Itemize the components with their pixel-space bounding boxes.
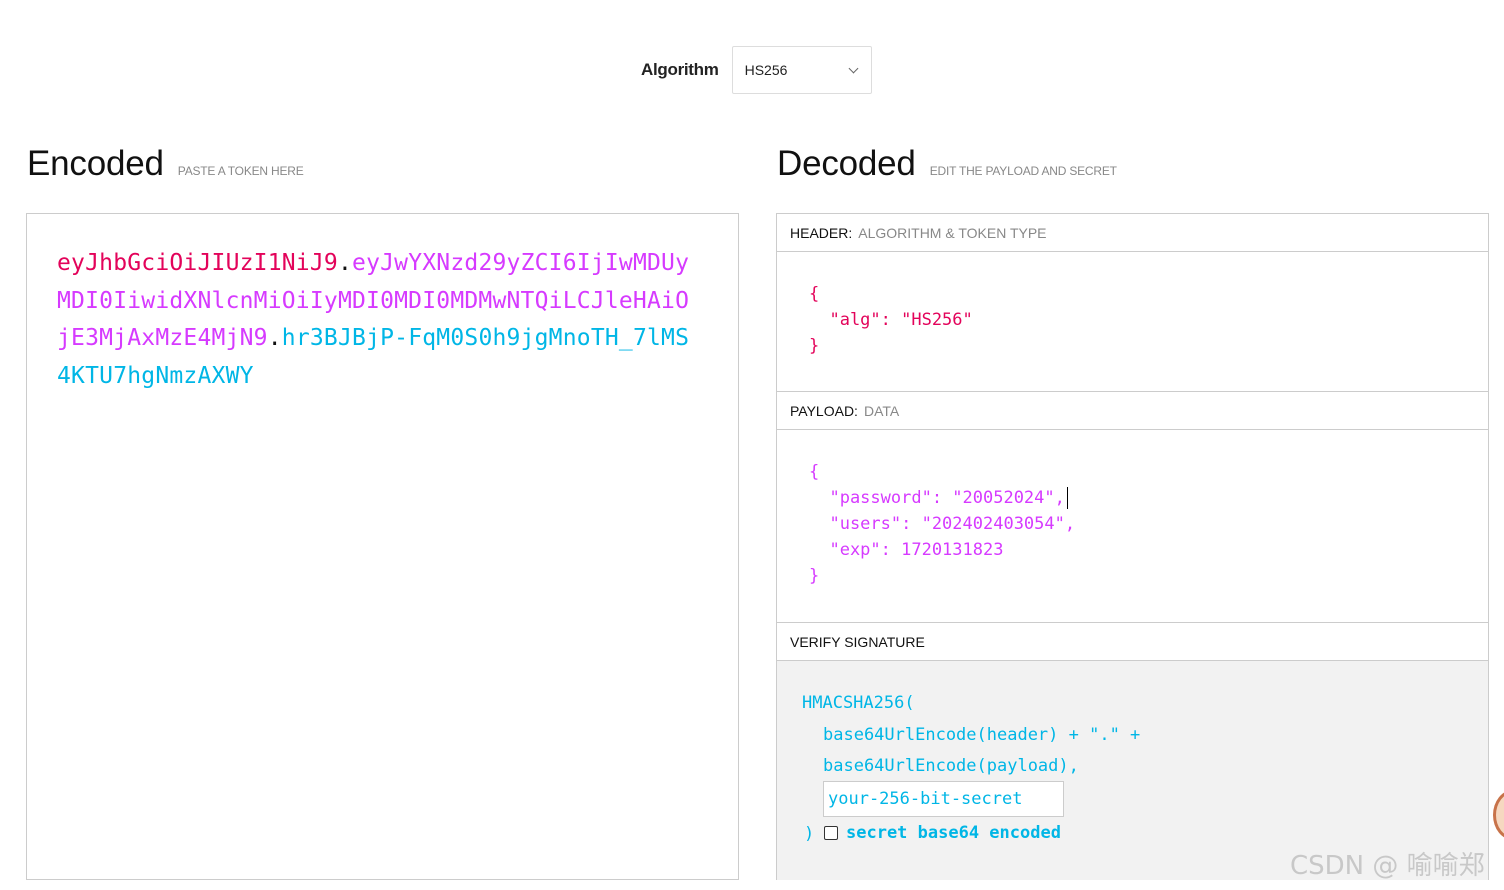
payload-section-label: PAYLOAD: — [790, 402, 858, 419]
hmac-function-open: HMACSHA256( — [802, 693, 915, 713]
decoded-subtitle: EDIT THE PAYLOAD AND SECRET — [929, 164, 1117, 178]
header-json-line: { — [809, 284, 820, 304]
token-dot: . — [337, 250, 353, 276]
chevron-down-icon — [848, 63, 859, 73]
payload-json-line: "users": "202402403054", — [809, 514, 1076, 534]
verify-section-label: VERIFY SIGNATURE — [790, 633, 925, 650]
encoded-title-group: Encoded PASTE A TOKEN HERE — [27, 144, 304, 184]
header-json-line: } — [809, 336, 820, 356]
payload-json-line: } — [809, 566, 820, 586]
token-dot: . — [267, 325, 282, 351]
header-section-sublabel: ALGORITHM & TOKEN TYPE — [858, 224, 1047, 241]
encoded-token-text[interactable]: eyJhbGciOiJIUzI1NiJ9.eyJwYXNzd29yZCI6IjI… — [57, 245, 697, 395]
header-section-label: HEADER: — [790, 224, 853, 241]
algorithm-row: Algorithm HS256 — [641, 46, 872, 94]
text-caret — [1066, 487, 1068, 509]
secret-input[interactable]: your-256-bit-secret — [823, 781, 1064, 817]
hmac-line-header: base64UrlEncode(header) + "." + — [823, 725, 1141, 745]
secret-base64-checkbox[interactable] — [824, 826, 838, 840]
decoded-title: Decoded — [777, 144, 916, 183]
payload-section-sublabel: DATA — [863, 402, 900, 419]
payload-json-line-with-caret: "password": "20052024", — [809, 485, 1068, 511]
payload-json-line: "exp": 1720131823 — [809, 540, 1004, 560]
payload-json-line: { — [809, 462, 820, 482]
token-header-part: eyJhbGciOiJIUzI1NiJ9 — [57, 250, 338, 276]
encoded-subtitle: PASTE A TOKEN HERE — [177, 164, 304, 178]
algorithm-select[interactable]: HS256 — [731, 46, 872, 94]
decoded-panel: HEADER: ALGORITHM & TOKEN TYPE { "alg": … — [776, 213, 1489, 880]
payload-section-heading: PAYLOAD: DATA — [777, 392, 1488, 430]
algorithm-selected-value: HS256 — [744, 62, 788, 78]
payload-json-editor[interactable]: { "password": "20052024", "users": "2024… — [777, 430, 1488, 623]
encoded-title: Encoded — [27, 144, 164, 183]
header-json-line: "alg": "HS256" — [809, 310, 973, 330]
algorithm-label: Algorithm — [641, 60, 719, 79]
encoded-token-editor[interactable]: eyJhbGciOiJIUzI1NiJ9.eyJwYXNzd29yZCI6IjI… — [26, 213, 739, 880]
verify-section-heading: VERIFY SIGNATURE — [777, 623, 1488, 661]
header-section-heading: HEADER: ALGORITHM & TOKEN TYPE — [777, 214, 1488, 252]
secret-base64-label[interactable]: secret base64 encoded — [846, 823, 1061, 843]
watermark: CSDN @ 喻喻郑 — [1290, 851, 1485, 881]
hmac-function-close: ) — [804, 824, 815, 844]
hmac-line-payload: base64UrlEncode(payload), — [823, 756, 1079, 776]
header-json-editor[interactable]: { "alg": "HS256" } — [777, 252, 1488, 392]
payload-json-line: "password": "20052024", — [809, 488, 1065, 508]
floating-avatar-icon[interactable] — [1493, 790, 1504, 840]
decoded-title-group: Decoded EDIT THE PAYLOAD AND SECRET — [777, 144, 1117, 184]
